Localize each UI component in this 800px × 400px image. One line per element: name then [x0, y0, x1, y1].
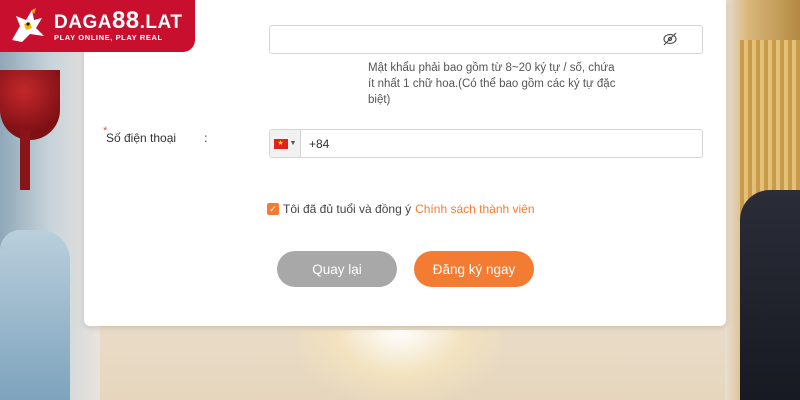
register-button[interactable]: Đăng ký ngay — [414, 251, 534, 287]
lamp-stem-decor — [20, 130, 30, 190]
vietnam-flag-icon: ★ — [273, 138, 288, 149]
brand-suffix: .LAT — [139, 11, 183, 33]
woman-figure-decor — [0, 230, 70, 400]
phone-input[interactable]: +84 — [309, 137, 329, 151]
brand-tagline: PLAY ONLINE, PLAY REAL — [54, 32, 163, 42]
site-logo[interactable]: DAGA88.LAT PLAY ONLINE, PLAY REAL — [0, 0, 195, 52]
brand-name: DAGA88.LAT — [54, 8, 183, 33]
brand-number: 88 — [111, 6, 140, 34]
terms-text: Tôi đã đủ tuổi và đồng ý — [283, 202, 412, 216]
background-right-decor — [725, 0, 800, 400]
country-code-select[interactable]: ★ ▼ — [270, 130, 301, 157]
phone-label: * Số điện thoại: — [103, 125, 208, 145]
member-policy-link[interactable]: Chính sách thành viên — [415, 202, 534, 216]
phone-label-colon: : — [204, 131, 208, 145]
eye-slash-icon[interactable] — [662, 32, 678, 46]
phone-input-group: ★ ▼ +84 — [269, 129, 703, 158]
required-mark: * — [103, 125, 108, 137]
brand-prefix: DAGA — [54, 11, 112, 33]
password-input[interactable] — [269, 25, 703, 54]
back-button[interactable]: Quay lại — [277, 251, 397, 287]
phone-label-text: Số điện thoại — [106, 131, 177, 145]
rooster-logo-icon — [6, 6, 48, 46]
terms-checkbox[interactable]: ✓ — [267, 203, 279, 215]
light-glow-decor — [300, 330, 500, 400]
caret-down-icon: ▼ — [289, 140, 297, 147]
man-suit-decor — [740, 190, 800, 400]
red-lamp-decor — [0, 70, 60, 140]
password-hint: Mật khẩu phải bao gồm từ 8~20 ký tự / số… — [368, 62, 616, 106]
terms-agreement: ✓ Tôi đã đủ tuổi và đồng ý Chính sách th… — [267, 202, 535, 216]
